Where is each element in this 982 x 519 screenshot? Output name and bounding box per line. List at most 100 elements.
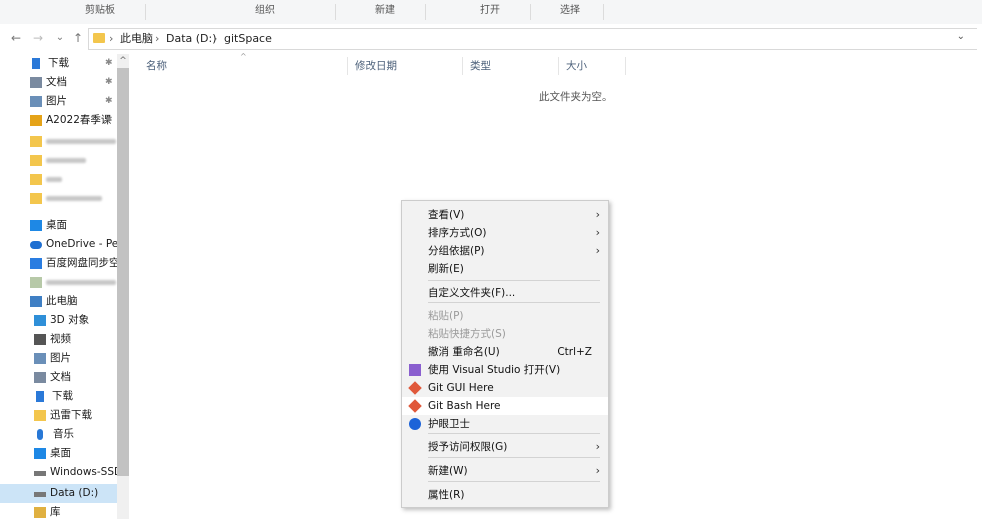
sidebar-item[interactable]: 3D 对象 [0, 311, 117, 330]
menu-item[interactable]: 查看(V) › [402, 206, 608, 224]
sidebar-item[interactable] [0, 132, 117, 151]
pin-icon: ✱ [105, 96, 113, 106]
sidebar-item[interactable]: OneDrive - Pers [0, 235, 117, 254]
sidebar-item[interactable] [0, 151, 117, 170]
sidebar-item[interactable]: 音乐 [0, 425, 117, 444]
pin-icon: ✱ [105, 77, 113, 87]
3d-objects-icon [34, 315, 46, 326]
sidebar-item-label: 图片 [46, 95, 67, 107]
menu-item-label: 新建(W) [428, 465, 468, 477]
sidebar-item[interactable]: Windows-SSD [0, 463, 117, 482]
sidebar-item[interactable]: 百度网盘同步空间 [0, 254, 117, 273]
menu-item[interactable]: 撤消 重命名(U) Ctrl+Z [402, 343, 608, 361]
sidebar-item[interactable]: Data (D:) [0, 484, 117, 503]
user-folder-icon [30, 277, 42, 288]
sidebar-item[interactable]: 桌面 [0, 216, 117, 235]
sidebar-item[interactable]: 图片 ✱ [0, 92, 117, 111]
forward-button[interactable]: → [30, 30, 46, 46]
sidebar-item[interactable]: 下载 [0, 387, 117, 406]
chevron-right-icon[interactable]: › [109, 31, 113, 47]
menu-item-label: 刷新(E) [428, 263, 464, 275]
menu-item[interactable]: 刷新(E) [402, 260, 608, 278]
ribbon-divider [145, 4, 146, 20]
back-button[interactable]: ← [8, 30, 24, 46]
desktop-icon [34, 448, 46, 459]
desktop-icon [30, 220, 42, 231]
sidebar-item[interactable]: 视频 [0, 330, 117, 349]
ribbon-divider [530, 4, 531, 20]
library-icon [34, 507, 46, 518]
ribbon-group-organize: 组织 [255, 5, 275, 16]
sidebar-item[interactable]: 库 [0, 503, 117, 519]
picture-icon [30, 96, 42, 107]
ribbon-group-open: 打开 [480, 5, 500, 16]
download-icon [32, 58, 40, 69]
chevron-down-icon[interactable]: ⌄ [957, 31, 965, 42]
ribbon-group-select: 选择 [560, 5, 580, 16]
menu-item[interactable]: 新建(W) › [402, 462, 608, 480]
document-icon [34, 372, 46, 383]
sidebar-item[interactable]: 文档 ✱ [0, 73, 117, 92]
column-header-size[interactable]: 大小 [566, 57, 587, 75]
menu-item[interactable]: 授予访问权限(G) › [402, 438, 608, 456]
sidebar-item[interactable]: 下载 ✱ [0, 54, 117, 73]
sidebar-item[interactable]: 此电脑 [0, 292, 117, 311]
sidebar-item[interactable] [0, 189, 117, 208]
sidebar-item[interactable]: A2022春季课 ✱ [0, 111, 117, 130]
menu-item[interactable]: Git GUI Here [402, 379, 608, 397]
menu-item[interactable]: 自定义文件夹(F)... [402, 284, 608, 302]
column-divider[interactable] [558, 57, 559, 75]
column-header-type[interactable]: 类型 [470, 57, 491, 75]
sidebar-item[interactable]: 图片 [0, 349, 117, 368]
column-header-name[interactable]: 名称 [146, 57, 167, 75]
column-header-date-modified[interactable]: 修改日期 [355, 57, 397, 75]
scroll-up-button[interactable]: ^ [117, 54, 129, 68]
menu-item[interactable]: 粘贴快捷方式(S) [402, 325, 608, 343]
breadcrumb-data-drive[interactable]: Data (D:) [166, 31, 217, 47]
sidebar-item-label: 此电脑 [46, 295, 78, 307]
breadcrumb-this-pc[interactable]: 此电脑 [120, 31, 153, 47]
sidebar-item-label: 下载 [52, 390, 73, 402]
cloud-icon [30, 241, 42, 249]
menu-item[interactable]: 使用 Visual Studio 打开(V) [402, 361, 608, 379]
menu-item[interactable]: 属性(R) [402, 486, 608, 504]
menu-item-label: 粘贴快捷方式(S) [428, 328, 506, 340]
redacted-label [46, 158, 86, 163]
column-divider[interactable] [462, 57, 463, 75]
menu-item[interactable]: 排序方式(O) › [402, 224, 608, 242]
sidebar-item[interactable] [0, 273, 117, 292]
eye-guard-icon [409, 418, 421, 430]
column-divider[interactable] [625, 57, 626, 75]
visual-studio-icon [409, 364, 421, 376]
chevron-right-icon[interactable]: › [155, 31, 159, 47]
sidebar-item[interactable] [0, 170, 117, 189]
menu-item[interactable]: 护眼卫士 [402, 415, 608, 433]
sidebar-item-label: 图片 [50, 352, 71, 364]
sidebar-item-label: 视频 [50, 333, 71, 345]
music-icon [37, 429, 43, 440]
menu-separator [428, 481, 600, 482]
address-row: ← → ⌄ ↑ › 此电脑 › Data (D:) › gitSpace ⌄ [0, 28, 982, 50]
menu-item[interactable]: 分组依据(P) › [402, 242, 608, 260]
sidebar-item[interactable]: 迅雷下载 [0, 406, 117, 425]
ribbon-group-new: 新建 [375, 5, 395, 16]
up-button[interactable]: ↑ [70, 30, 86, 46]
scrollbar-thumb[interactable] [117, 68, 129, 476]
address-bar[interactable]: › 此电脑 › Data (D:) › gitSpace ⌄ [88, 28, 977, 50]
menu-item[interactable]: 粘贴(P) [402, 307, 608, 325]
ribbon: 剪贴板 组织 新建 打开 选择 [0, 0, 982, 24]
sidebar-item[interactable]: 文档 [0, 368, 117, 387]
recent-locations-button[interactable]: ⌄ [52, 30, 68, 46]
sidebar-item-label: 库 [50, 506, 61, 518]
chevron-right-icon: › [595, 226, 600, 239]
sidebar-item-label: 桌面 [46, 219, 67, 231]
column-divider[interactable] [347, 57, 348, 75]
sidebar-item-label: 文档 [46, 76, 67, 88]
breadcrumb-gitspace[interactable]: gitSpace [224, 31, 272, 47]
sidebar-item[interactable]: 桌面 [0, 444, 117, 463]
chevron-right-icon[interactable]: › [213, 31, 217, 47]
menu-separator [428, 302, 600, 303]
git-icon [408, 381, 422, 395]
sidebar-item-label: A2022春季课 [46, 114, 112, 126]
menu-item[interactable]: Git Bash Here [402, 397, 608, 415]
